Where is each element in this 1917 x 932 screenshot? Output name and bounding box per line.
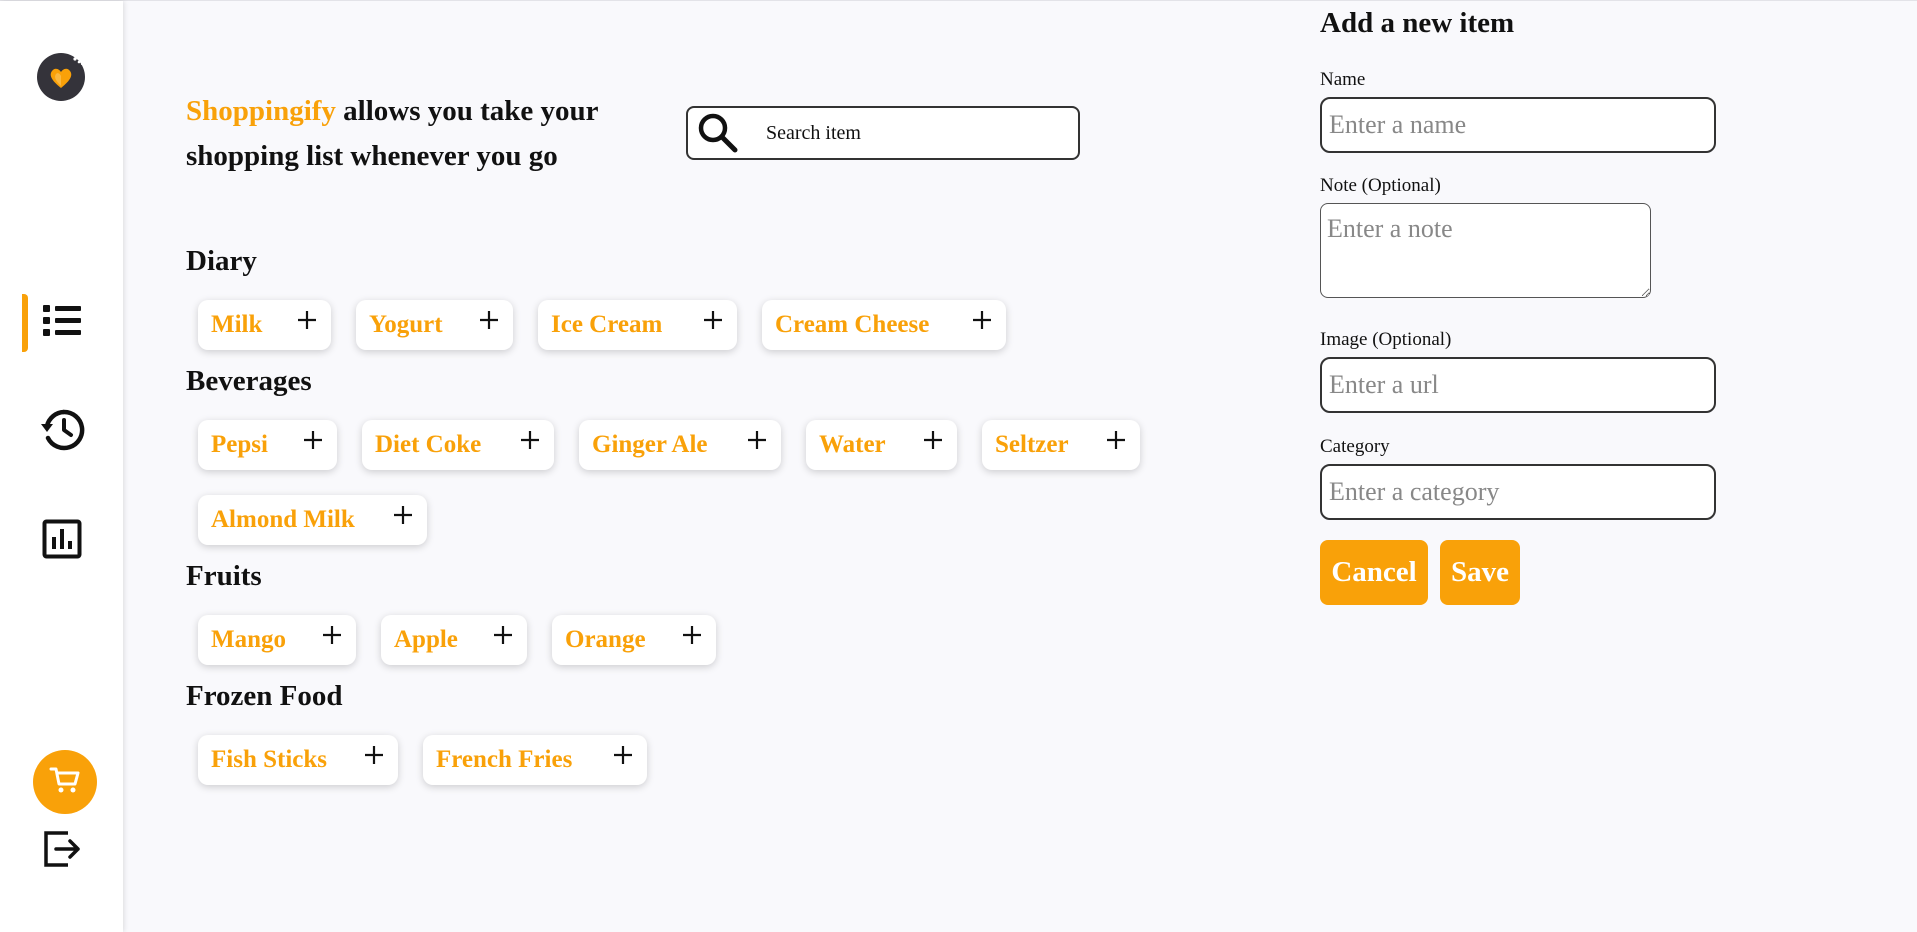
item-chip[interactable]: Ice Cream: [538, 300, 737, 350]
item-chip[interactable]: Apple: [381, 615, 527, 665]
item-chip[interactable]: Cream Cheese: [762, 300, 1006, 350]
item-label: Fish Sticks: [211, 746, 328, 773]
item-label: Mango: [211, 626, 286, 653]
item-label: Ice Cream: [551, 311, 663, 338]
name-input[interactable]: [1320, 97, 1716, 153]
active-indicator: [22, 294, 28, 352]
brand-name: Shoppingify: [186, 95, 336, 127]
cart-button[interactable]: [33, 750, 97, 814]
category-label: Category: [1320, 436, 1390, 457]
category-title: Frozen Food: [186, 680, 343, 712]
item-label: Orange: [565, 626, 646, 653]
item-label: Apple: [394, 626, 458, 653]
plus-icon[interactable]: [364, 745, 384, 765]
item-label: Diet Coke: [375, 431, 482, 458]
sidebar-item-history[interactable]: [0, 403, 123, 461]
hero-heading: Shoppingify allows you take your shoppin…: [186, 89, 646, 179]
plus-icon[interactable]: [703, 310, 723, 330]
item-chip[interactable]: Pepsi: [198, 420, 337, 470]
category-title: Beverages: [186, 365, 312, 397]
item-label: Cream Cheese: [775, 311, 930, 338]
category-input[interactable]: [1320, 464, 1716, 520]
plus-icon[interactable]: [1106, 430, 1126, 450]
search-icon: [694, 109, 742, 157]
shopping-cart-icon: [49, 765, 81, 800]
item-chip[interactable]: Mango: [198, 615, 356, 665]
logo: [37, 53, 85, 101]
item-chip[interactable]: Orange: [552, 615, 716, 665]
note-textarea[interactable]: [1320, 203, 1651, 298]
item-chip[interactable]: Almond Milk: [198, 495, 427, 545]
sidebar: [0, 1, 123, 932]
item-label: Milk: [211, 311, 263, 338]
logout-button[interactable]: [40, 829, 84, 873]
plus-icon[interactable]: [613, 745, 633, 765]
plus-icon[interactable]: [393, 505, 413, 525]
plus-icon[interactable]: [682, 625, 702, 645]
history-icon: [39, 408, 85, 457]
category-title: Diary: [186, 245, 257, 277]
plus-icon[interactable]: [972, 310, 992, 330]
plus-icon[interactable]: [493, 625, 513, 645]
search-input[interactable]: [764, 120, 1068, 146]
plus-icon[interactable]: [303, 430, 323, 450]
logout-icon: [42, 829, 82, 874]
save-button[interactable]: Save: [1440, 540, 1520, 605]
image-label: Image (Optional): [1320, 329, 1452, 350]
item-chip[interactable]: Water: [806, 420, 957, 470]
item-chip[interactable]: Fish Sticks: [198, 735, 398, 785]
list-icon: [41, 302, 83, 345]
item-label: Ginger Ale: [592, 431, 708, 458]
form-title: Add a new item: [1320, 7, 1515, 39]
item-label: Yogurt: [369, 311, 443, 338]
name-label: Name: [1320, 69, 1366, 90]
item-chip[interactable]: French Fries: [423, 735, 647, 785]
item-label: Almond Milk: [211, 506, 355, 533]
search-box[interactable]: [686, 106, 1080, 160]
item-chip[interactable]: Milk: [198, 300, 331, 350]
plus-icon[interactable]: [747, 430, 767, 450]
item-label: Water: [819, 431, 886, 458]
plus-icon[interactable]: [322, 625, 342, 645]
item-label: Seltzer: [995, 431, 1069, 458]
sidebar-item-items[interactable]: [0, 294, 123, 352]
plus-icon[interactable]: [297, 310, 317, 330]
image-url-input[interactable]: [1320, 357, 1716, 413]
item-chip[interactable]: Ginger Ale: [579, 420, 781, 470]
plus-icon[interactable]: [479, 310, 499, 330]
item-label: French Fries: [436, 746, 573, 773]
chart-icon: [42, 519, 82, 564]
item-chip[interactable]: Diet Coke: [362, 420, 554, 470]
plus-icon[interactable]: [520, 430, 540, 450]
plus-icon[interactable]: [923, 430, 943, 450]
item-chip[interactable]: Yogurt: [356, 300, 513, 350]
category-title: Fruits: [186, 560, 262, 592]
item-chip[interactable]: Seltzer: [982, 420, 1140, 470]
cancel-button[interactable]: Cancel: [1320, 540, 1428, 605]
note-label: Note (Optional): [1320, 175, 1441, 196]
sidebar-item-statistics[interactable]: [0, 512, 123, 570]
item-label: Pepsi: [211, 431, 268, 458]
